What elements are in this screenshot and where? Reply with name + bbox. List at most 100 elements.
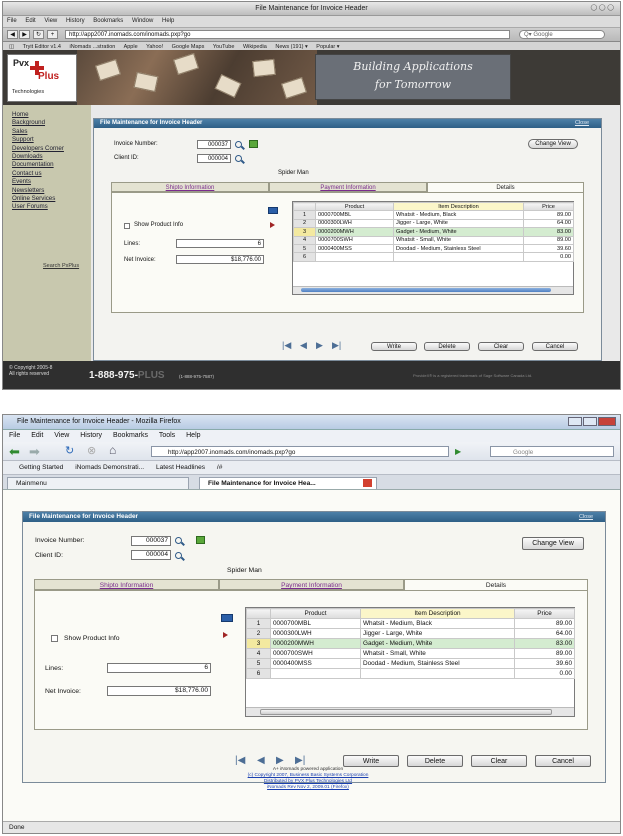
tab-shipto[interactable]: Shipto Information [111, 182, 269, 192]
cell-product[interactable] [315, 252, 394, 262]
prev-record-icon[interactable]: ◀ [257, 755, 265, 766]
sidebar-link-sales[interactable]: Sales [3, 128, 91, 136]
back-icon[interactable]: ⬅ [9, 444, 20, 460]
cell-price[interactable]: 89.00 [514, 618, 575, 629]
table-row[interactable]: 4 0000700SWH Whatsit - Small, White 89.00 [293, 235, 574, 245]
menu-view[interactable]: View [54, 432, 69, 439]
menu-bookmarks[interactable]: Bookmarks [113, 432, 148, 439]
cell-price[interactable]: 89.00 [514, 648, 575, 659]
col-product[interactable]: Product [315, 201, 394, 212]
cell-price[interactable]: 89.00 [523, 210, 574, 220]
table-row[interactable]: 6 0.00 [293, 252, 574, 262]
table-row[interactable]: 4 0000700SWH Whatsit - Small, White 89.00 [246, 648, 575, 659]
search-input[interactable]: Q▾ Google [519, 30, 605, 39]
menu-view[interactable]: View [44, 18, 57, 24]
sidebar-link-online-services[interactable]: Online Services [3, 195, 91, 203]
grid-horizontal-scrollbar[interactable] [246, 707, 574, 716]
net-invoice-input[interactable]: $18,776.00 [176, 255, 264, 264]
forward-button[interactable]: ▶ [19, 30, 30, 39]
table-row-selected[interactable]: 3 0000200MWH Gadget - Medium, White 83.00 [293, 227, 574, 237]
search-pxplus-link[interactable]: Search PxPlus [43, 263, 79, 269]
table-row[interactable]: 5 0000400MSS Doodad - Medium, Stainless St… [246, 658, 575, 669]
lookup-icon[interactable] [235, 141, 242, 148]
cell-product[interactable]: 0000300LWH [315, 218, 394, 229]
table-row[interactable]: 2 0000300LWH Jigger - Large, White 64.00 [293, 218, 574, 229]
sidebar-link-background[interactable]: Background [3, 119, 91, 127]
tab-payment[interactable]: Payment Information [269, 182, 427, 192]
delete-button[interactable]: Delete [424, 342, 470, 351]
cell-description[interactable]: Gadget - Medium, White [360, 638, 515, 649]
cell-product[interactable]: 0000200MWH [315, 227, 394, 237]
sidebar-link-events[interactable]: Events [3, 178, 91, 186]
show-product-info-checkbox[interactable] [124, 223, 130, 229]
client-id-input[interactable]: 000004 [131, 550, 171, 560]
cell-description[interactable] [393, 252, 524, 262]
tab-payment[interactable]: Payment Information [219, 579, 404, 590]
cell-description[interactable]: Whatsit - Medium, Black [393, 210, 524, 220]
tab-details[interactable]: Details [427, 182, 584, 192]
cell-product[interactable]: 0000400MSS [270, 658, 361, 669]
reload-icon[interactable]: ↻ [65, 444, 74, 457]
cell-product[interactable]: 0000300LWH [270, 628, 361, 639]
notes-icon[interactable] [249, 140, 258, 148]
col-product[interactable]: Product [270, 608, 361, 619]
lines-input[interactable]: 6 [176, 239, 264, 248]
cell-description[interactable]: Gadget - Medium, White [393, 227, 524, 237]
cell-description[interactable]: Whatsit - Small, White [360, 648, 515, 659]
cell-description[interactable]: Whatsit - Small, White [393, 235, 524, 245]
cell-description[interactable]: Doodad - Medium, Stainless Steel [393, 243, 524, 254]
close-link[interactable]: Close [575, 119, 589, 128]
table-row-selected[interactable]: 3 0000200MWH Gadget - Medium, White 83.00 [246, 638, 575, 649]
client-id-input[interactable]: 000004 [197, 154, 231, 163]
menu-help[interactable]: Help [186, 432, 200, 439]
cell-price[interactable]: 83.00 [514, 638, 575, 649]
tab-mainmenu[interactable]: Mainmenu [7, 477, 189, 489]
menu-edit[interactable]: Edit [25, 18, 35, 24]
write-button[interactable]: Write [343, 755, 399, 767]
stop-icon[interactable]: ⊗ [87, 444, 96, 457]
maximize-icon[interactable] [583, 417, 597, 426]
bookmark-item[interactable]: iNomads Demonstrati... [75, 464, 144, 471]
menu-history[interactable]: History [66, 18, 85, 24]
bookmark-item[interactable]: Getting Started [19, 464, 63, 471]
delete-button[interactable]: Delete [407, 755, 463, 767]
last-record-icon[interactable]: ▶| [332, 340, 341, 351]
sidebar-link-documentation[interactable]: Documentation [3, 161, 91, 169]
change-view-button[interactable]: Change View [528, 139, 578, 149]
sidebar-link-contact[interactable]: Contact us [3, 170, 91, 178]
menu-help[interactable]: Help [162, 18, 174, 24]
cell-price[interactable]: 0.00 [514, 668, 575, 679]
cell-description[interactable]: Jigger - Large, White [393, 218, 524, 229]
menu-edit[interactable]: Edit [31, 432, 43, 439]
table-row[interactable]: 5 0000400MSS Doodad - Medium, Stainless St… [293, 243, 574, 254]
back-button[interactable]: ◀ [7, 30, 18, 39]
scrollbar-thumb[interactable] [260, 709, 552, 715]
sidebar-link-newsletters[interactable]: Newsletters [3, 187, 91, 195]
home-icon[interactable]: ⌂ [109, 443, 116, 457]
close-link[interactable]: Close [579, 512, 593, 522]
reload-icon[interactable]: ↻ [33, 30, 44, 39]
cell-description[interactable]: Jigger - Large, White [360, 628, 515, 639]
col-description[interactable]: Item Description [360, 608, 515, 619]
cell-price[interactable]: 83.00 [523, 227, 574, 237]
cell-product[interactable]: 0000700SWH [270, 648, 361, 659]
menu-file[interactable]: File [7, 18, 17, 24]
menu-bookmarks[interactable]: Bookmarks [93, 18, 123, 24]
grid-horizontal-scrollbar[interactable] [293, 286, 573, 294]
cell-price[interactable]: 89.00 [523, 235, 574, 245]
clear-button[interactable]: Clear [471, 755, 527, 767]
sidebar-link-user-forums[interactable]: User Forums [3, 203, 91, 211]
table-row[interactable]: 1 0000700MBL Whatsit - Medium, Black 89.00 [293, 210, 574, 220]
cell-product[interactable]: 0000200MWH [270, 638, 361, 649]
show-product-info-checkbox[interactable] [51, 635, 58, 642]
menu-window[interactable]: Window [132, 18, 153, 24]
cell-product[interactable]: 0000400MSS [315, 243, 394, 254]
next-record-icon[interactable]: ▶ [316, 340, 323, 351]
cell-price[interactable]: 39.60 [523, 243, 574, 254]
cell-price[interactable]: 39.60 [514, 658, 575, 669]
lookup-icon[interactable] [175, 537, 182, 544]
tab-file-maintenance[interactable]: File Maintenance for Invoice Hea... [199, 477, 377, 489]
cell-price[interactable]: 64.00 [523, 218, 574, 229]
cell-description[interactable] [360, 668, 515, 679]
pvx-plus-logo[interactable]: Pvx Plus Technologies [7, 54, 77, 102]
